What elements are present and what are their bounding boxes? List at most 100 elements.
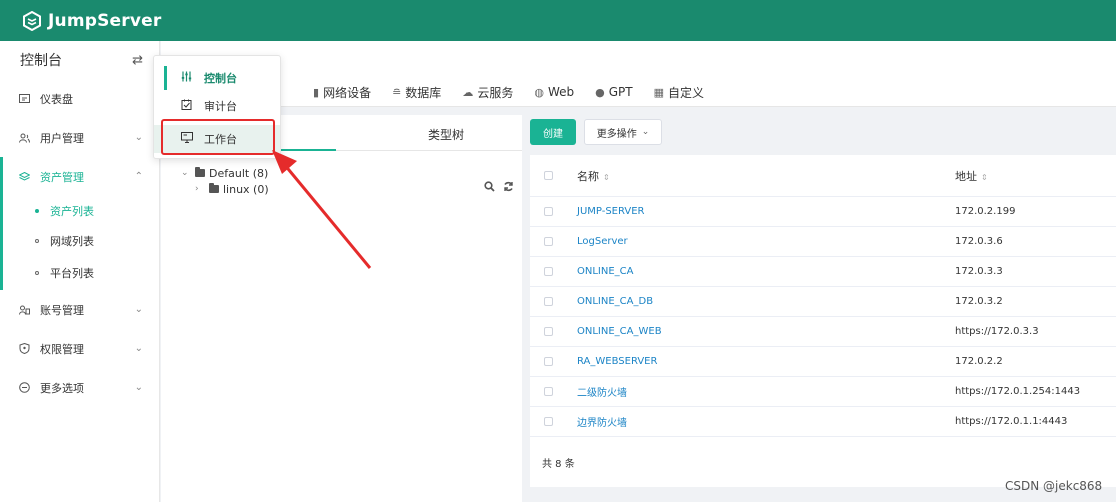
chevron-down-icon: ⌄ bbox=[134, 132, 143, 143]
asset-name-link[interactable]: JUMP-SERVER bbox=[577, 206, 955, 217]
table-row: 边界防火墙 https://172.0.1.1:4443 bbox=[530, 407, 1116, 437]
row-checkbox[interactable] bbox=[544, 387, 553, 396]
tree-node-default[interactable]: ⌄ Default (8) bbox=[181, 165, 269, 181]
asset-address: 172.0.3.3 bbox=[955, 266, 1003, 277]
row-checkbox[interactable] bbox=[544, 267, 553, 276]
asset-tree: ⌄ Default (8) › linux (0) bbox=[181, 165, 269, 197]
asset-address: https://172.0.1.254:1443 bbox=[955, 386, 1081, 397]
sidebar-sub-zone-list[interactable]: 网域列表 bbox=[3, 226, 159, 256]
sort-icon[interactable]: ⇕ bbox=[603, 173, 610, 182]
asset-name-link[interactable]: 二级防火墙 bbox=[577, 384, 955, 399]
sidebar-item-label: 权限管理 bbox=[40, 342, 84, 356]
audit-icon bbox=[181, 99, 192, 113]
tab-custom[interactable]: ▦ 自定义 bbox=[654, 84, 704, 101]
table-row: LogServer 172.0.3.6 bbox=[530, 227, 1116, 257]
sidebar-sub-asset-list[interactable]: 资产列表 bbox=[3, 196, 159, 226]
menu-item-audit[interactable]: 审计台 bbox=[154, 92, 280, 120]
tree-node-label: Default (8) bbox=[209, 166, 269, 180]
column-header-label: 名称 bbox=[577, 169, 599, 183]
sidebar-sub-label: 资产列表 bbox=[50, 205, 94, 218]
sidebar-group-assets: 资产管理 ⌃ 资产列表 网域列表 平台列表 bbox=[0, 157, 159, 290]
select-all-checkbox[interactable] bbox=[544, 171, 553, 180]
sidebar-item-accounts[interactable]: 账号管理 ⌄ bbox=[0, 290, 159, 329]
tab-database[interactable]: ≘ 数据库 bbox=[392, 84, 441, 101]
chevron-down-icon[interactable]: ⌄ bbox=[181, 168, 195, 178]
asset-table: 名称 ⇕ 地址 ⇕ JUMP-SERVER 172.0.2.199 LogServe… bbox=[530, 155, 1116, 487]
refresh-icon[interactable] bbox=[503, 181, 514, 195]
sidebar-item-label: 仪表盘 bbox=[40, 92, 73, 106]
table-toolbar: 创建 更多操作 ⌄ bbox=[530, 115, 1116, 149]
more-actions-button[interactable]: 更多操作 ⌄ bbox=[584, 119, 662, 145]
asset-address: 172.0.3.6 bbox=[955, 236, 1003, 247]
asset-address: https://172.0.1.1:4443 bbox=[955, 416, 1068, 427]
chevron-down-icon: ⌄ bbox=[641, 127, 650, 137]
sidebar-item-dashboard[interactable]: 仪表盘 bbox=[0, 79, 159, 118]
grid-icon: ▦ bbox=[653, 85, 664, 99]
database-icon: ≘ bbox=[392, 85, 402, 99]
row-checkbox[interactable] bbox=[544, 357, 553, 366]
column-header-address[interactable]: 地址 ⇕ bbox=[955, 168, 1116, 184]
chevron-down-icon: ⌄ bbox=[134, 382, 143, 393]
menu-item-console[interactable]: 控制台 bbox=[154, 64, 280, 92]
asset-name-link[interactable]: RA_WEBSERVER bbox=[577, 356, 955, 367]
row-checkbox[interactable] bbox=[544, 207, 553, 216]
sidebar-item-label: 账号管理 bbox=[40, 303, 84, 317]
menu-item-label: 审计台 bbox=[204, 100, 237, 113]
sidebar-sub-platform-list[interactable]: 平台列表 bbox=[3, 256, 159, 290]
sidebar-item-users[interactable]: 用户管理 ⌄ bbox=[0, 118, 159, 157]
tab-web[interactable]: ◍ Web bbox=[534, 85, 574, 99]
tree-node-label: linux (0) bbox=[223, 182, 269, 196]
chevron-right-icon[interactable]: › bbox=[195, 184, 209, 194]
row-checkbox[interactable] bbox=[544, 237, 553, 246]
chevron-up-icon: ⌃ bbox=[134, 171, 143, 182]
tab-label: 网络设备 bbox=[323, 85, 372, 100]
row-checkbox[interactable] bbox=[544, 297, 553, 306]
sidebar-item-permissions[interactable]: 权限管理 ⌄ bbox=[0, 329, 159, 368]
globe-icon: ◍ bbox=[534, 85, 544, 99]
switch-view-icon[interactable]: ⇄ bbox=[132, 53, 143, 68]
sidebar-title: 控制台 bbox=[20, 53, 62, 69]
more-icon bbox=[18, 382, 30, 394]
asset-address: 172.0.2.199 bbox=[955, 206, 1016, 217]
asset-name-link[interactable]: ONLINE_CA_DB bbox=[577, 296, 955, 307]
network-device-icon: ▮ bbox=[313, 85, 320, 99]
more-actions-label: 更多操作 bbox=[596, 128, 637, 140]
asset-name-link[interactable]: ONLINE_CA bbox=[577, 266, 955, 277]
tree-node-linux[interactable]: › linux (0) bbox=[181, 181, 269, 197]
main-content: ▮ 网络设备 ≘ 数据库 ☁ 云服务 ◍ Web ● GPT ▦ 自定义 类型树… bbox=[161, 41, 1116, 502]
table-row: ONLINE_CA 172.0.3.3 bbox=[530, 257, 1116, 287]
asset-type-tabs: ▮ 网络设备 ≘ 数据库 ☁ 云服务 ◍ Web ● GPT ▦ 自定义 bbox=[313, 77, 725, 107]
sidebar-item-assets[interactable]: 资产管理 ⌃ bbox=[3, 157, 159, 196]
search-icon[interactable] bbox=[484, 181, 495, 195]
sidebar-item-more[interactable]: 更多选项 ⌄ bbox=[0, 368, 159, 407]
asset-name-link[interactable]: 边界防火墙 bbox=[577, 414, 955, 429]
bullet-icon bbox=[35, 239, 39, 243]
create-button[interactable]: 创建 bbox=[530, 119, 576, 145]
sidebar-item-label: 用户管理 bbox=[40, 131, 84, 145]
column-header-name[interactable]: 名称 ⇕ bbox=[577, 168, 955, 184]
tab-type-tree[interactable]: 类型树 bbox=[428, 126, 464, 143]
tab-cloud[interactable]: ☁ 云服务 bbox=[462, 84, 513, 101]
tab-label: 自定义 bbox=[668, 85, 705, 100]
sidebar-item-label: 更多选项 bbox=[40, 381, 84, 395]
asset-type-header: ▮ 网络设备 ≘ 数据库 ☁ 云服务 ◍ Web ● GPT ▦ 自定义 bbox=[161, 41, 1116, 107]
table-header-row: 名称 ⇕ 地址 ⇕ bbox=[530, 155, 1116, 197]
sidebar-sub-label: 平台列表 bbox=[50, 267, 94, 280]
asset-tree-panel: 类型树 ⌄ Default (8) › linux (0) bbox=[161, 115, 522, 502]
tab-label: GPT bbox=[608, 85, 633, 99]
tab-network-device[interactable]: ▮ 网络设备 bbox=[313, 84, 371, 101]
asset-name-link[interactable]: LogServer bbox=[577, 236, 955, 247]
table-row: RA_WEBSERVER 172.0.2.2 bbox=[530, 347, 1116, 377]
sort-icon[interactable]: ⇕ bbox=[981, 173, 988, 182]
sidebar: 控制台 ⇄ 仪表盘 用户管理 ⌄ 资产管理 ⌃ 资产列表 网域列表 平台列表 账… bbox=[0, 41, 160, 502]
tab-gpt[interactable]: ● GPT bbox=[595, 85, 632, 99]
asset-name-link[interactable]: ONLINE_CA_WEB bbox=[577, 326, 955, 337]
dashboard-icon bbox=[18, 93, 30, 105]
row-checkbox[interactable] bbox=[544, 327, 553, 336]
folder-icon bbox=[195, 167, 205, 177]
app-logo-text[interactable]: JumpServer bbox=[48, 11, 161, 31]
jumpserver-logo-icon bbox=[23, 10, 41, 31]
table-row: ONLINE_CA_DB 172.0.3.2 bbox=[530, 287, 1116, 317]
column-header-label: 地址 bbox=[955, 169, 977, 183]
row-checkbox[interactable] bbox=[544, 417, 553, 426]
